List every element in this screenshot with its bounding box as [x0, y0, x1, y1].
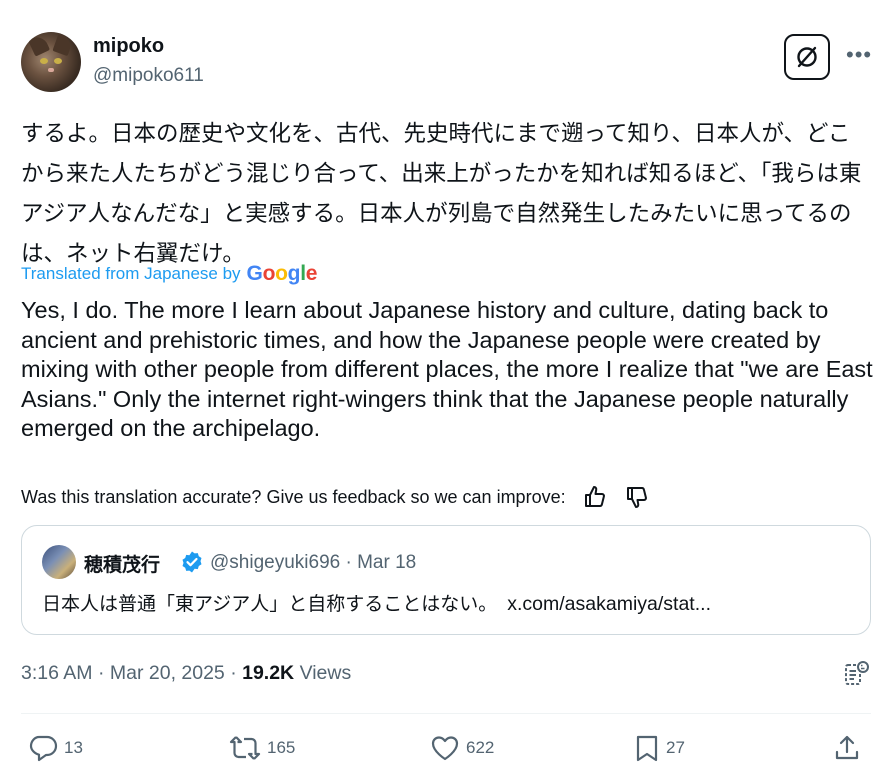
share-icon — [835, 735, 859, 760]
tweet-timestamp[interactable]: 3:16 AM · Mar 20, 2025 · 19.2K Views — [21, 662, 351, 685]
reply-icon — [29, 735, 58, 762]
translated-by-label[interactable]: Translated from Japanese by Google — [21, 262, 317, 286]
repost-icon — [229, 736, 261, 760]
verified-badge-icon — [182, 551, 202, 573]
like-count: 622 — [466, 738, 495, 757]
translation-feedback: Was this translation accurate? Give us f… — [21, 484, 650, 510]
quoted-tweet-text: 日本人は普通「東アジア人」と自称することはない。 x.com/asakamiya/… — [42, 589, 711, 616]
more-options-button[interactable]: ••• — [846, 44, 872, 66]
time-date: 3:16 AM · Mar 20, 2025 · — [21, 662, 243, 684]
quoted-text-body: 日本人は普通「東アジア人」と自称することはない。 — [42, 593, 498, 615]
author-name[interactable]: mipoko — [93, 35, 164, 58]
repost-button[interactable]: 165 — [229, 734, 295, 762]
thumbs-up-button[interactable] — [582, 484, 608, 510]
bookmark-button[interactable]: 27 — [634, 734, 685, 762]
tweet-text-original: するよ。日本の歴史や文化を、古代、先史時代にまで遡って知り、日本人が、どこから来… — [21, 121, 862, 267]
translated-label-text: Translated from Japanese by — [21, 264, 241, 283]
share-button[interactable] — [834, 734, 860, 762]
quoted-author-avatar — [42, 545, 76, 579]
views-count: 19.2K — [242, 662, 295, 684]
repost-count: 165 — [267, 738, 296, 757]
quoted-handle-date: @shigeyuki696 · Mar 18 — [210, 552, 417, 573]
analytics-icon[interactable] — [843, 660, 869, 688]
quoted-author-name: 穂積茂行 — [84, 554, 161, 576]
google-logo: Google — [246, 262, 318, 285]
like-icon — [431, 736, 459, 761]
thumbs-down-button[interactable] — [624, 484, 650, 510]
like-button[interactable]: 622 — [430, 734, 494, 762]
quoted-tweet[interactable]: 穂積茂行 @shigeyuki696 · Mar 18 日本人は普通「東アジア人… — [21, 525, 871, 635]
views-label: Views — [294, 662, 352, 684]
grok-button[interactable] — [784, 34, 830, 80]
grok-icon — [797, 46, 817, 68]
author-handle[interactable]: @mipoko611 — [93, 65, 204, 87]
tweet-text-translated: Yes, I do. The more I learn about Japane… — [21, 297, 873, 441]
bookmark-count: 27 — [666, 738, 685, 757]
reply-button[interactable]: 13 — [28, 734, 83, 762]
more-icon: ••• — [846, 42, 873, 67]
author-avatar[interactable] — [21, 32, 81, 92]
feedback-text: Was this translation accurate? Give us f… — [21, 486, 566, 507]
divider — [21, 713, 871, 714]
reply-count: 13 — [64, 738, 83, 757]
thumbs-up-icon — [584, 486, 605, 507]
bookmark-icon — [636, 735, 658, 762]
quoted-link[interactable]: x.com/asakamiya/stat... — [507, 593, 711, 615]
thumbs-down-icon — [626, 487, 647, 508]
